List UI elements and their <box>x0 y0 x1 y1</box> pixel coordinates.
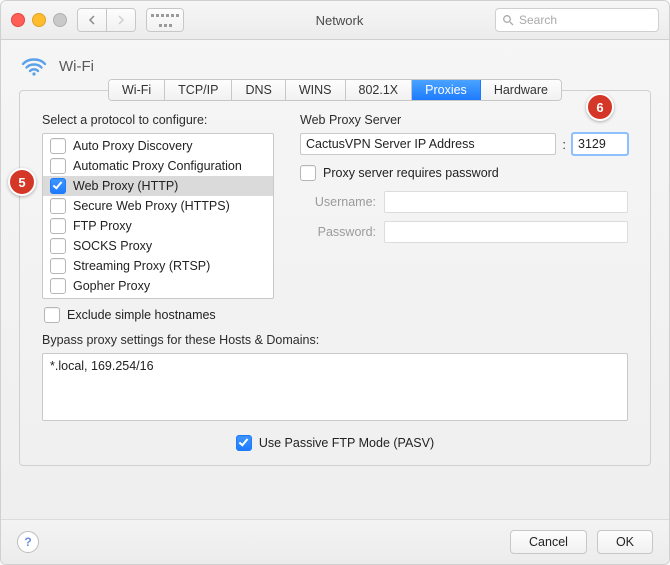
protocol-gopher-proxy[interactable]: Gopher Proxy <box>43 276 273 296</box>
tabs: Wi-Fi TCP/IP DNS WINS 802.1X Proxies Har… <box>108 79 562 101</box>
pasv-label: Use Passive FTP Mode (PASV) <box>259 436 434 450</box>
server-label: Web Proxy Server <box>300 113 628 127</box>
exclude-hostnames-row[interactable]: Exclude simple hostnames <box>42 299 274 323</box>
forward-button[interactable] <box>107 9 135 31</box>
checkbox-icon[interactable] <box>50 238 66 254</box>
network-preferences-window: Network Search Wi-Fi Wi-Fi TCP/IP DNS WI… <box>0 0 670 565</box>
protocol-label: Select a protocol to configure: <box>42 113 274 127</box>
minimize-window-icon[interactable] <box>32 13 46 27</box>
protocol-auto-config[interactable]: Automatic Proxy Configuration <box>43 156 273 176</box>
username-label: Username: <box>300 195 376 209</box>
auth-checkbox-row[interactable]: Proxy server requires password <box>300 165 628 181</box>
checkbox-icon[interactable] <box>50 178 66 194</box>
bypass-textarea[interactable]: *.local, 169.254/16 <box>42 353 628 421</box>
protocol-list[interactable]: Auto Proxy Discovery Automatic Proxy Con… <box>42 133 274 299</box>
username-row: Username: <box>300 191 628 213</box>
auth-label: Proxy server requires password <box>323 166 499 180</box>
protocol-streaming-proxy-rtsp[interactable]: Streaming Proxy (RTSP) <box>43 256 273 276</box>
show-all-button[interactable] <box>146 8 184 32</box>
traffic-lights <box>11 13 67 27</box>
help-button[interactable]: ? <box>17 531 39 553</box>
tab-tcpip[interactable]: TCP/IP <box>165 80 232 100</box>
back-button[interactable] <box>78 9 107 31</box>
bypass-section: Bypass proxy settings for these Hosts & … <box>20 323 650 421</box>
tab-dns[interactable]: DNS <box>232 80 285 100</box>
pasv-row[interactable]: Use Passive FTP Mode (PASV) <box>20 421 650 451</box>
annotation-badge-6: 6 <box>586 93 614 121</box>
protocol-column: 5 Select a protocol to configure: Auto P… <box>42 113 274 323</box>
search-placeholder: Search <box>519 13 557 27</box>
checkbox-icon[interactable] <box>50 138 66 154</box>
footer: ? Cancel OK <box>1 519 669 564</box>
server-port-input[interactable]: 3129 <box>572 133 628 155</box>
zoom-window-icon[interactable] <box>53 13 67 27</box>
password-input[interactable] <box>384 221 628 243</box>
server-address-row: CactusVPN Server IP Address : 3129 <box>300 133 628 155</box>
checkbox-icon[interactable] <box>50 278 66 294</box>
tab-wifi[interactable]: Wi-Fi <box>109 80 165 100</box>
close-window-icon[interactable] <box>11 13 25 27</box>
checkbox-icon[interactable] <box>236 435 252 451</box>
bypass-label: Bypass proxy settings for these Hosts & … <box>42 333 628 347</box>
annotation-badge-5: 5 <box>8 168 36 196</box>
ok-button[interactable]: OK <box>597 530 653 554</box>
server-column: 6 Web Proxy Server CactusVPN Server IP A… <box>300 113 628 323</box>
window-title: Network <box>194 13 485 28</box>
password-label: Password: <box>300 225 376 239</box>
server-port-separator: : <box>562 137 566 152</box>
checkbox-icon[interactable] <box>44 307 60 323</box>
checkbox-icon[interactable] <box>50 258 66 274</box>
protocol-ftp-proxy[interactable]: FTP Proxy <box>43 216 273 236</box>
tab-8021x[interactable]: 802.1X <box>346 80 413 100</box>
tabbar: Wi-Fi TCP/IP DNS WINS 802.1X Proxies Har… <box>20 79 650 101</box>
protocol-web-proxy-http[interactable]: Web Proxy (HTTP) <box>43 176 273 196</box>
server-address-input[interactable]: CactusVPN Server IP Address <box>300 133 556 155</box>
tab-proxies[interactable]: Proxies <box>412 80 481 100</box>
protocol-secure-web-proxy-https[interactable]: Secure Web Proxy (HTTPS) <box>43 196 273 216</box>
protocol-socks-proxy[interactable]: SOCKS Proxy <box>43 236 273 256</box>
search-field[interactable]: Search <box>495 8 659 32</box>
password-row: Password: <box>300 221 628 243</box>
tab-wins[interactable]: WINS <box>286 80 346 100</box>
checkbox-icon[interactable] <box>300 165 316 181</box>
protocol-auto-discovery[interactable]: Auto Proxy Discovery <box>43 136 273 156</box>
tab-hardware[interactable]: Hardware <box>481 80 561 100</box>
cancel-button[interactable]: Cancel <box>510 530 587 554</box>
username-input[interactable] <box>384 191 628 213</box>
search-icon <box>502 14 514 26</box>
checkbox-icon[interactable] <box>50 158 66 174</box>
checkbox-icon[interactable] <box>50 198 66 214</box>
checkbox-icon[interactable] <box>50 218 66 234</box>
wifi-icon <box>21 54 47 78</box>
proxy-columns: 5 Select a protocol to configure: Auto P… <box>20 113 650 323</box>
titlebar: Network Search <box>1 1 669 40</box>
exclude-hostnames-label: Exclude simple hostnames <box>67 308 216 322</box>
connection-name: Wi-Fi <box>59 58 94 75</box>
nav-back-forward <box>77 8 136 32</box>
content-panel: Wi-Fi TCP/IP DNS WINS 802.1X Proxies Har… <box>19 90 651 466</box>
